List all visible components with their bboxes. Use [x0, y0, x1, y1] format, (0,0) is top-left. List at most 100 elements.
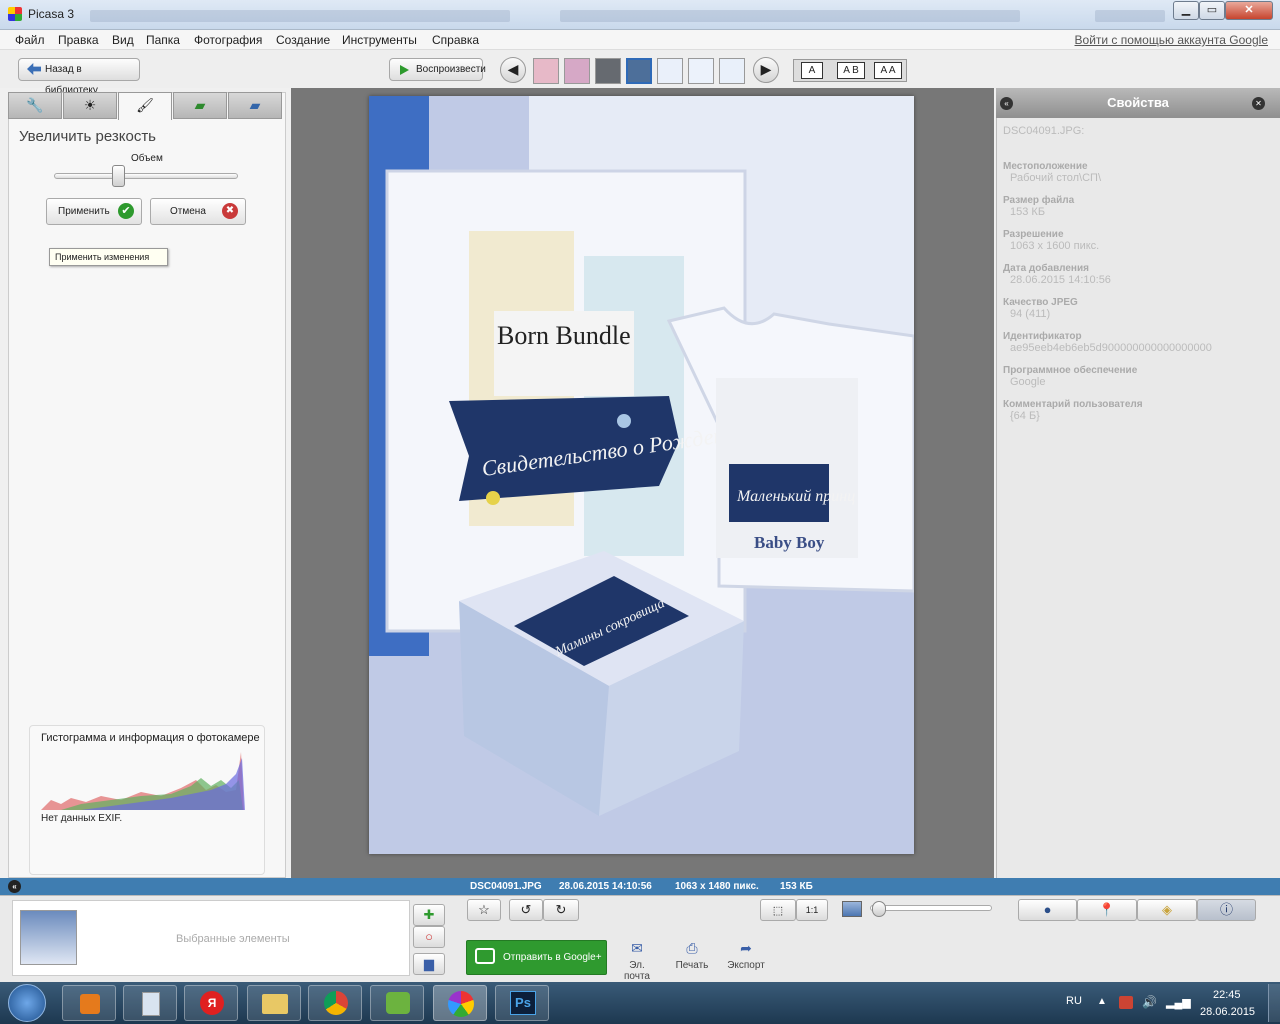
google-signin-link[interactable]: Войти с помощью аккаунта Google	[1075, 33, 1268, 47]
taskbar-media-player[interactable]	[62, 985, 116, 1021]
taskbar-yandex[interactable]: Я	[184, 985, 238, 1021]
tab-effects-green[interactable]: ▰	[173, 92, 227, 119]
clear-selection-button[interactable]: ○	[413, 926, 445, 948]
album-icon: ▆	[424, 956, 434, 971]
zoom-slider-track[interactable]	[870, 905, 992, 911]
fit-view-button[interactable]: ⬚	[760, 899, 796, 921]
taskbar-network-app[interactable]	[370, 985, 424, 1021]
selected-items-label: Выбранные элементы	[176, 933, 290, 945]
add-to-album-button[interactable]: ▆	[413, 953, 445, 975]
fit-icon: ⬚	[772, 905, 784, 917]
photo-image[interactable]: Born Bundle Свидетельство о Рождении Мал…	[369, 96, 914, 854]
zoom-slider-knob[interactable]	[872, 901, 886, 917]
printer-icon: ⎙	[686, 940, 698, 956]
menu-edit[interactable]: Правка	[58, 33, 99, 47]
selected-thumbnail[interactable]	[20, 910, 77, 965]
status-size: 153 КБ	[780, 881, 813, 892]
filmstrip-thumb[interactable]	[719, 58, 745, 84]
tags-button[interactable]: ◈	[1137, 899, 1197, 921]
photo-scene: Born Bundle Свидетельство о Рождении Мал…	[369, 96, 914, 854]
property-value: 153 КБ	[1010, 206, 1046, 218]
volume-icon[interactable]: 🔊	[1142, 995, 1157, 1009]
collapse-left-icon[interactable]: «	[1000, 97, 1013, 110]
clock-date[interactable]: 28.06.2015	[1200, 1006, 1255, 1018]
taskbar-chrome[interactable]	[308, 985, 362, 1021]
menu-view[interactable]: Вид	[112, 33, 134, 47]
sharpen-slider-track[interactable]	[54, 173, 238, 179]
tray-action-center-icon[interactable]	[1119, 996, 1133, 1009]
filmstrip-thumb[interactable]	[688, 58, 714, 84]
clock-time[interactable]: 22:45	[1213, 989, 1241, 1001]
tab-tuning[interactable]: ☀	[63, 92, 117, 119]
star-button[interactable]: ☆	[467, 899, 501, 921]
filmstrip-thumb-selected[interactable]	[626, 58, 652, 84]
maximize-button[interactable]: ▭	[1199, 1, 1225, 20]
taskbar-explorer[interactable]	[247, 985, 301, 1021]
previous-photo-button[interactable]: ◀	[500, 57, 526, 83]
pin-icon: ✚	[423, 907, 435, 922]
language-indicator[interactable]: RU	[1066, 995, 1082, 1007]
taskbar-photoshop[interactable]: Ps	[495, 985, 549, 1021]
menu-create[interactable]: Создание	[276, 33, 330, 47]
people-button[interactable]: ●	[1018, 899, 1077, 921]
brush-icon: 🖌	[136, 97, 154, 113]
menu-help[interactable]: Справка	[432, 33, 479, 47]
network-signal-icon[interactable]: ▂▄▆	[1166, 996, 1191, 1009]
info-button[interactable]: ⓘ	[1197, 899, 1256, 921]
print-button[interactable]: ⎙ Печать	[672, 940, 712, 971]
back-to-library-button[interactable]: Назад в библиотеку	[18, 58, 140, 96]
export-label: Экспорт	[727, 960, 765, 971]
menu-tools[interactable]: Инструменты	[342, 33, 417, 47]
folder-icon	[262, 994, 288, 1014]
apply-label: Применить	[58, 206, 110, 217]
share-google-plus-button[interactable]: Отправить в Google+	[466, 940, 607, 975]
play-slideshow-button[interactable]: Воспроизвести	[389, 58, 486, 81]
hold-pin-button[interactable]: ✚	[413, 904, 445, 926]
close-properties-icon[interactable]: ✕	[1252, 97, 1265, 110]
next-photo-button[interactable]: ▶	[753, 57, 779, 83]
sun-icon: ☀	[83, 97, 97, 113]
tray-arrow-icon[interactable]: ▲	[1097, 996, 1107, 1007]
filmstrip-thumb[interactable]	[533, 58, 559, 84]
caption-single-button[interactable]: A	[801, 62, 823, 79]
rotate-right-button[interactable]: ↻	[543, 899, 579, 921]
menu-folder[interactable]: Папка	[146, 33, 180, 47]
tab-effects-active[interactable]: 🖌	[118, 92, 172, 120]
rotate-left-icon: ↺	[520, 902, 532, 917]
print-label: Печать	[675, 960, 709, 971]
info-icon: ⓘ	[1219, 902, 1233, 917]
zoom-1to1-button[interactable]: 1:1	[796, 899, 828, 921]
sharpen-slider-knob[interactable]	[112, 165, 126, 187]
rotate-left-button[interactable]: ↺	[509, 899, 543, 921]
close-button[interactable]: ✕	[1225, 1, 1273, 20]
apply-tooltip: Применить изменения	[49, 248, 168, 266]
caption-ab-button[interactable]: A B	[837, 62, 865, 79]
tab-effects-blue[interactable]: ▰	[228, 92, 282, 119]
taskbar-picasa-active[interactable]	[433, 985, 487, 1021]
filmstrip-thumb[interactable]	[595, 58, 621, 84]
menu-photo[interactable]: Фотография	[194, 33, 262, 47]
tab-basic-fixes[interactable]: 🔧	[8, 92, 62, 119]
cancel-button[interactable]: Отмена ✖	[150, 198, 246, 225]
collapse-tray-icon[interactable]: «	[8, 880, 21, 893]
filmstrip-thumb[interactable]	[657, 58, 683, 84]
green-brush-icon: ▰	[194, 97, 206, 113]
minimize-button[interactable]: ▁	[1173, 1, 1199, 20]
start-button[interactable]	[8, 984, 46, 1022]
property-item: Размер файла 153 КБ	[1003, 195, 1268, 218]
menu-file[interactable]: Файл	[15, 33, 45, 47]
filmstrip-thumb[interactable]	[564, 58, 590, 84]
status-bar: « DSC04091.JPG 28.06.2015 14:10:56 1063 …	[0, 878, 1280, 895]
places-button[interactable]: 📍	[1077, 899, 1137, 921]
wrench-icon: 🔧	[26, 97, 44, 113]
email-button[interactable]: ✉ Эл. почта	[616, 940, 658, 982]
play-icon	[400, 65, 409, 75]
checkmark-icon: ✔	[118, 203, 134, 219]
caption-aa-button[interactable]: A A	[874, 62, 902, 79]
camera-icon	[475, 948, 495, 964]
export-button[interactable]: ➦ Экспорт	[724, 940, 768, 971]
property-key: Разрешение	[1003, 229, 1064, 240]
taskbar-calculator[interactable]	[123, 985, 177, 1021]
apply-button[interactable]: Применить ✔	[46, 198, 142, 225]
show-desktop-button[interactable]	[1268, 984, 1280, 1022]
